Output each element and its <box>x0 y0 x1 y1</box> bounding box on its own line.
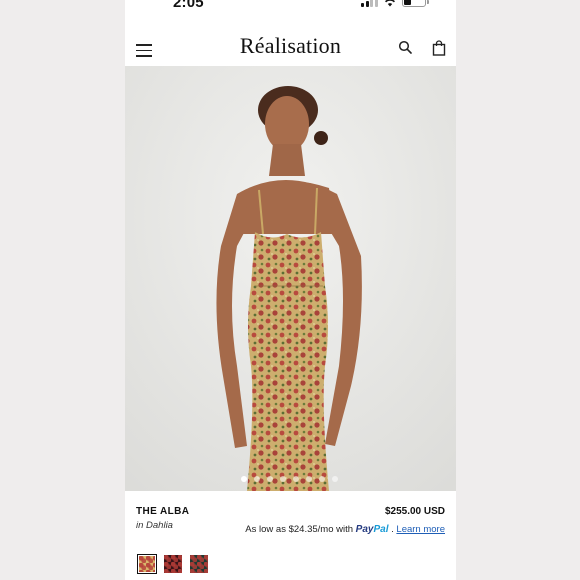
site-header: Réalisation <box>125 30 456 66</box>
swatch-fill <box>139 556 155 572</box>
financing-separator: . <box>391 524 394 535</box>
product-price: $255.00 USD <box>384 506 445 517</box>
carousel-dot[interactable] <box>241 476 247 482</box>
product-image-carousel[interactable] <box>125 66 456 491</box>
left-backdrop <box>0 0 125 580</box>
search-icon[interactable] <box>398 40 412 54</box>
financing-line: As low as $24.35/mo with PayPal . Learn … <box>245 524 445 535</box>
color-swatch[interactable] <box>189 554 209 574</box>
product-variant: in Dahlia <box>136 520 173 531</box>
swatch-fill <box>164 555 182 573</box>
status-time: 2:05 <box>173 0 204 11</box>
color-swatch[interactable] <box>163 554 183 574</box>
financing-text: As low as $24.35/mo with <box>245 524 354 535</box>
carousel-dot[interactable] <box>293 476 299 482</box>
product-name: THE ALBA <box>136 506 190 517</box>
cellular-signal-icon <box>361 0 378 7</box>
swatch-fill <box>190 555 208 573</box>
carousel-dot[interactable] <box>319 476 325 482</box>
carousel-dot[interactable] <box>280 476 286 482</box>
paypal-logo-pal: Pal <box>373 524 389 535</box>
right-backdrop <box>456 0 580 580</box>
shopping-bag-icon[interactable] <box>432 40 446 56</box>
paypal-logo: PayPal <box>356 524 389 535</box>
product-photo <box>125 66 456 491</box>
carousel-dot[interactable] <box>254 476 260 482</box>
paypal-logo-pay: Pay <box>355 524 374 535</box>
carousel-indicator <box>125 476 455 482</box>
color-swatch[interactable] <box>137 554 157 574</box>
phone-screen: 2:05 Réalisation THE ALBA in Dahlia $255… <box>125 0 456 580</box>
carousel-dot[interactable] <box>306 476 312 482</box>
color-swatches <box>137 554 209 574</box>
carousel-dot[interactable] <box>332 476 338 482</box>
carousel-dot[interactable] <box>267 476 273 482</box>
battery-icon <box>401 0 429 7</box>
status-icons <box>361 0 429 8</box>
learn-more-link[interactable]: Learn more <box>396 524 445 535</box>
wifi-icon <box>384 0 395 6</box>
